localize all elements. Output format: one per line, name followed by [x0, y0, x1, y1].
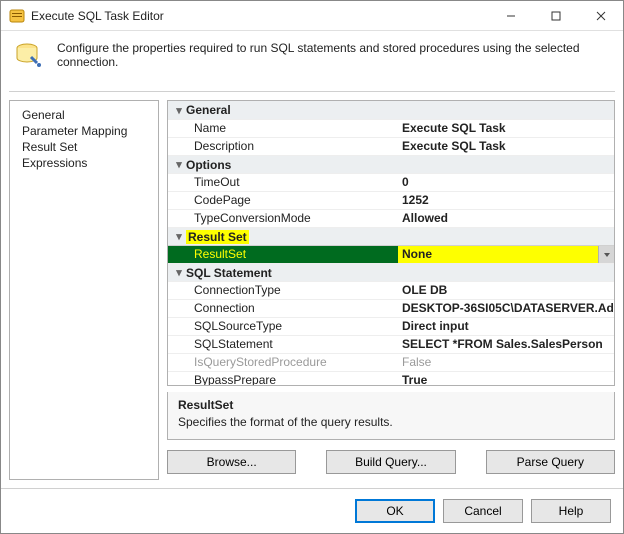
chevron-down-icon: ▾ [172, 158, 186, 171]
header-description-row: Configure the properties required to run… [1, 31, 623, 91]
category-general[interactable]: ▾ General [168, 101, 614, 119]
prop-value-resultset[interactable]: None [398, 246, 614, 263]
category-label: Result Set [186, 230, 249, 244]
minimize-button[interactable] [488, 1, 533, 30]
nav-item-result-set[interactable]: Result Set [10, 139, 158, 155]
prop-key: ResultSet [168, 246, 398, 263]
prop-value-text: None [402, 247, 432, 261]
category-sqlstatement[interactable]: ▾ SQL Statement [168, 263, 614, 281]
ok-button[interactable]: OK [355, 499, 435, 523]
app-icon [9, 8, 25, 24]
prop-row-codepage[interactable]: CodePage 1252 [168, 191, 614, 209]
prop-value[interactable]: Execute SQL Task [398, 120, 614, 137]
prop-value[interactable]: DESKTOP-36SI05C\DATASERVER.AdventureWork… [398, 300, 614, 317]
category-label: Options [186, 158, 231, 172]
property-grid: ▾ General Name Execute SQL Task Descript… [167, 100, 615, 386]
prop-key: Name [168, 120, 398, 137]
prop-value[interactable]: OLE DB [398, 282, 614, 299]
dialog-window: Execute SQL Task Editor Configure the pr… [0, 0, 624, 534]
build-query-button[interactable]: Build Query... [326, 450, 455, 474]
titlebar[interactable]: Execute SQL Task Editor [1, 1, 623, 31]
close-button[interactable] [578, 1, 623, 30]
prop-value[interactable]: 1252 [398, 192, 614, 209]
prop-row-bypassprepare[interactable]: BypassPrepare True [168, 371, 614, 386]
category-label: General [186, 103, 231, 117]
prop-key: TimeOut [168, 174, 398, 191]
prop-key: SQLSourceType [168, 318, 398, 335]
help-description: Specifies the format of the query result… [178, 415, 604, 429]
prop-row-sqlsourcetype[interactable]: SQLSourceType Direct input [168, 317, 614, 335]
prop-value[interactable]: Allowed [398, 210, 614, 227]
nav-pane: General Parameter Mapping Result Set Exp… [9, 100, 159, 480]
help-button[interactable]: Help [531, 499, 611, 523]
prop-value: False [398, 354, 614, 371]
prop-row-typeconversion[interactable]: TypeConversionMode Allowed [168, 209, 614, 227]
prop-key: CodePage [168, 192, 398, 209]
prop-row-connection[interactable]: Connection DESKTOP-36SI05C\DATASERVER.Ad… [168, 299, 614, 317]
prop-value[interactable]: Execute SQL Task [398, 138, 614, 155]
prop-key: TypeConversionMode [168, 210, 398, 227]
nav-item-general[interactable]: General [10, 107, 158, 123]
dropdown-arrow-icon[interactable] [598, 246, 614, 263]
prop-key: Connection [168, 300, 398, 317]
prop-value[interactable]: Direct input [398, 318, 614, 335]
prop-row-isquerystored: IsQueryStoredProcedure False [168, 353, 614, 371]
maximize-button[interactable] [533, 1, 578, 30]
prop-row-connectiontype[interactable]: ConnectionType OLE DB [168, 281, 614, 299]
prop-value[interactable]: SELECT *FROM Sales.SalesPerson [398, 336, 614, 353]
nav-item-expressions[interactable]: Expressions [10, 155, 158, 171]
category-options[interactable]: ▾ Options [168, 155, 614, 173]
prop-row-description[interactable]: Description Execute SQL Task [168, 137, 614, 155]
cancel-button[interactable]: Cancel [443, 499, 523, 523]
window-title: Execute SQL Task Editor [31, 9, 488, 23]
divider [9, 91, 615, 92]
header-description: Configure the properties required to run… [57, 41, 609, 69]
prop-key: SQLStatement [168, 336, 398, 353]
prop-value[interactable]: 0 [398, 174, 614, 191]
prop-value[interactable]: True [398, 372, 614, 386]
nav-item-parameter-mapping[interactable]: Parameter Mapping [10, 123, 158, 139]
prop-key: IsQueryStoredProcedure [168, 354, 398, 371]
chevron-down-icon: ▾ [172, 230, 186, 243]
prop-row-resultset[interactable]: ResultSet None [168, 245, 614, 263]
chevron-down-icon: ▾ [172, 266, 186, 279]
parse-query-button[interactable]: Parse Query [486, 450, 615, 474]
prop-key: ConnectionType [168, 282, 398, 299]
prop-row-name[interactable]: Name Execute SQL Task [168, 119, 614, 137]
chevron-down-icon: ▾ [172, 104, 186, 117]
prop-row-timeout[interactable]: TimeOut 0 [168, 173, 614, 191]
category-resultset[interactable]: ▾ Result Set [168, 227, 614, 245]
category-label: SQL Statement [186, 266, 272, 280]
property-help: ResultSet Specifies the format of the qu… [167, 392, 615, 440]
prop-row-sqlstatement[interactable]: SQLStatement SELECT *FROM Sales.SalesPer… [168, 335, 614, 353]
prop-key: BypassPrepare [168, 372, 398, 386]
help-name: ResultSet [178, 398, 604, 412]
browse-button[interactable]: Browse... [167, 450, 296, 474]
action-buttons: Browse... Build Query... Parse Query [167, 450, 615, 480]
dialog-footer: OK Cancel Help [1, 488, 623, 533]
property-pane: ▾ General Name Execute SQL Task Descript… [167, 100, 615, 480]
prop-key: Description [168, 138, 398, 155]
task-icon [13, 39, 45, 71]
